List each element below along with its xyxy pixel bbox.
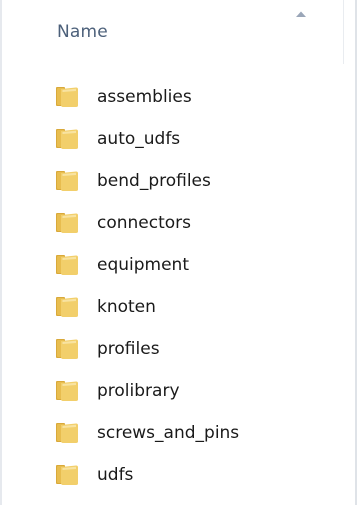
list-item[interactable]: knoten [55, 286, 239, 328]
list-item[interactable]: equipment [55, 244, 239, 286]
list-item[interactable]: connectors [55, 202, 239, 244]
list-item[interactable]: bend_profiles [55, 160, 239, 202]
folder-name: bend_profiles [97, 171, 211, 191]
folder-name: profiles [97, 339, 160, 359]
folder-icon [56, 423, 78, 443]
list-item[interactable]: udfs [55, 454, 239, 496]
folder-name: auto_udfs [97, 129, 181, 149]
list-item[interactable]: screws_and_pins [55, 412, 239, 454]
folder-icon [56, 87, 78, 107]
folder-name: screws_and_pins [97, 423, 240, 443]
folder-icon [56, 171, 78, 191]
folder-icon [56, 465, 78, 485]
folder-icon [56, 297, 78, 317]
folder-icon [56, 339, 78, 359]
list-item[interactable]: profiles [55, 328, 239, 370]
list-item[interactable]: assemblies [55, 76, 239, 118]
folder-icon [56, 255, 78, 275]
folder-name: connectors [97, 213, 192, 233]
folder-icon [56, 213, 78, 233]
folder-icon [56, 381, 78, 401]
folder-name: assemblies [97, 87, 192, 107]
sort-ascending-icon [296, 11, 306, 17]
list-item[interactable]: auto_udfs [55, 118, 239, 160]
folder-name: knoten [97, 297, 156, 317]
folder-icon [56, 129, 78, 149]
column-header-label: Name [57, 22, 108, 42]
file-list-pane: Name assemblies auto_udfs bend_profiles … [0, 0, 357, 505]
folder-name: udfs [97, 465, 134, 485]
folder-list: assemblies auto_udfs bend_profiles conne… [55, 76, 239, 496]
column-divider[interactable] [343, 0, 344, 64]
folder-name: prolibrary [97, 381, 180, 401]
pane-left-border [0, 0, 2, 505]
column-header-name[interactable]: Name [2, 0, 344, 64]
list-item[interactable]: prolibrary [55, 370, 239, 412]
folder-name: equipment [97, 255, 189, 275]
